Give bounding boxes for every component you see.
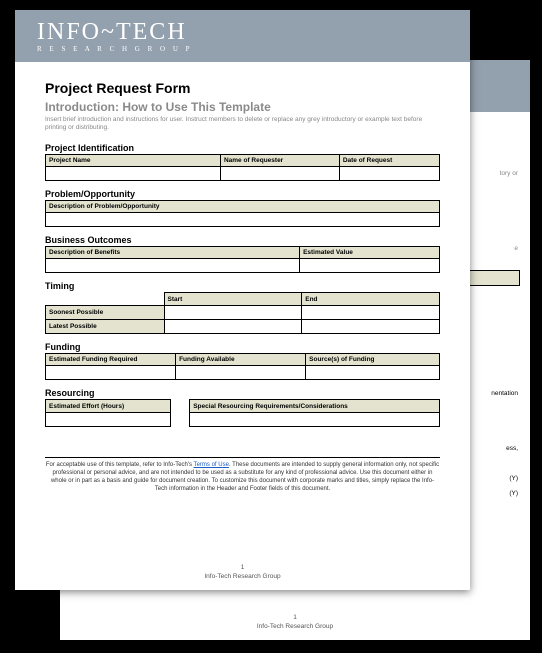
- brand-name: INFO~TECH: [37, 19, 187, 45]
- fragment-text: nentation: [491, 390, 518, 397]
- cell[interactable]: [46, 366, 176, 380]
- fragment-text: tory or: [500, 170, 518, 177]
- brand-tagline: R E S E A R C H G R O U P: [37, 46, 193, 53]
- section-heading-outcomes: Business Outcomes: [45, 235, 440, 245]
- col-header: Estimated Funding Required: [46, 354, 176, 366]
- col-header: End: [302, 292, 440, 306]
- col-header: Funding Available: [176, 354, 306, 366]
- instructions-text: Insert brief introduction and instructio…: [45, 116, 440, 133]
- disclaimer-text: For acceptable use of this template, ref…: [45, 457, 440, 493]
- gap: [171, 413, 190, 427]
- footer-org: Info-Tech Research Group: [257, 623, 333, 630]
- fragment-text: (Y): [509, 475, 518, 482]
- section-heading-funding: Funding: [45, 342, 440, 352]
- col-header: Description of Problem/Opportunity: [46, 200, 440, 212]
- brand-logo: INFO~TECH R E S E A R C H G R O U P: [37, 20, 193, 53]
- cell[interactable]: [46, 166, 221, 180]
- col-header: Estimated Value: [300, 246, 440, 258]
- disclaimer-prefix: For acceptable use of this template, ref…: [46, 462, 194, 468]
- fragment-text: e: [514, 245, 518, 252]
- cell[interactable]: [164, 320, 302, 334]
- table-resourcing: Estimated Effort (Hours) Special Resourc…: [45, 399, 440, 427]
- section-heading-timing: Timing: [45, 281, 440, 291]
- section-heading-problem: Problem/Opportunity: [45, 189, 440, 199]
- cell[interactable]: [220, 166, 339, 180]
- page-subtitle: Introduction: How to Use This Template: [45, 100, 440, 114]
- page-number: 1: [15, 564, 470, 571]
- col-header: Source(s) of Funding: [306, 354, 440, 366]
- cell[interactable]: [302, 320, 440, 334]
- cell[interactable]: [302, 306, 440, 320]
- col-header: Project Name: [46, 154, 221, 166]
- row-label: Latest Possible: [46, 320, 165, 334]
- section-heading-identification: Project Identification: [45, 143, 440, 153]
- col-header: Special Resourcing Requirements/Consider…: [190, 400, 440, 413]
- cell[interactable]: [46, 413, 171, 427]
- table-funding: Estimated Funding Required Funding Avail…: [45, 353, 440, 380]
- col-header: Description of Benefits: [46, 246, 300, 258]
- col-header: Name of Requester: [220, 154, 339, 166]
- table-identification: Project Name Name of Requester Date of R…: [45, 154, 440, 181]
- col-header: Estimated Effort (Hours): [46, 400, 171, 413]
- section-heading-resourcing: Resourcing: [45, 388, 440, 398]
- page-footer: 1 Info-Tech Research Group: [60, 614, 530, 630]
- brand-banner: INFO~TECH R E S E A R C H G R O U P: [15, 10, 470, 62]
- fragment-text: ess,: [506, 445, 518, 452]
- col-header: Start: [164, 292, 302, 306]
- page-title: Project Request Form: [45, 80, 440, 96]
- document-page-1: INFO~TECH R E S E A R C H G R O U P Proj…: [15, 10, 470, 590]
- cell[interactable]: [164, 306, 302, 320]
- fragment-text: (Y): [509, 490, 518, 497]
- cell[interactable]: [306, 366, 440, 380]
- footer-org: Info-Tech Research Group: [204, 573, 280, 580]
- cell[interactable]: [339, 166, 439, 180]
- table-outcomes: Description of Benefits Estimated Value: [45, 246, 440, 273]
- table-problem: Description of Problem/Opportunity: [45, 200, 440, 227]
- cell[interactable]: [176, 366, 306, 380]
- cell[interactable]: [190, 413, 440, 427]
- col-header: Date of Request: [339, 154, 439, 166]
- cell[interactable]: [46, 258, 300, 272]
- row-label: Soonest Possible: [46, 306, 165, 320]
- cell[interactable]: [300, 258, 440, 272]
- gap: [171, 400, 190, 413]
- page-number: 1: [60, 614, 530, 621]
- cell[interactable]: [46, 212, 440, 226]
- terms-of-use-link[interactable]: Terms of Use: [194, 462, 229, 468]
- page-footer: 1 Info-Tech Research Group: [15, 564, 470, 580]
- table-timing: Start End Soonest Possible Latest Possib…: [45, 292, 440, 335]
- fragment-cell: [463, 270, 520, 286]
- document-body: Project Request Form Introduction: How t…: [15, 62, 470, 494]
